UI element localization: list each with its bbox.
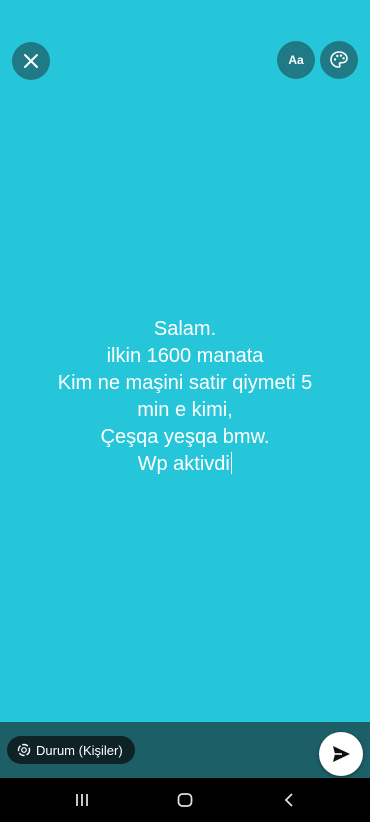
text-cursor bbox=[230, 452, 233, 474]
status-line: Kim ne maşini satir qiymeti 5 bbox=[57, 372, 313, 394]
status-line: min e kimi, bbox=[137, 399, 233, 421]
status-line: Wp aktivdi bbox=[137, 453, 230, 475]
color-palette-button[interactable] bbox=[320, 41, 358, 79]
close-button[interactable] bbox=[12, 42, 50, 80]
status-text-input[interactable]: Salam. ilkin 1600 manata Kim ne maşini s… bbox=[0, 316, 370, 478]
audience-selector-chip[interactable]: Durum (Kişiler) bbox=[7, 736, 135, 764]
status-line: Çeşqa yeşqa bmw. bbox=[100, 426, 270, 448]
close-icon bbox=[24, 54, 38, 68]
compose-footer: Durum (Kişiler) bbox=[0, 722, 370, 778]
system-navigation-bar bbox=[0, 778, 370, 822]
palette-icon bbox=[330, 51, 348, 68]
send-icon bbox=[333, 746, 350, 762]
home-icon bbox=[177, 793, 193, 807]
recents-icon bbox=[76, 794, 88, 806]
audience-label: Durum (Kişiler) bbox=[36, 742, 123, 758]
home-button[interactable] bbox=[173, 790, 197, 810]
back-icon bbox=[284, 793, 293, 807]
recents-button[interactable] bbox=[70, 790, 94, 810]
status-line: ilkin 1600 manata bbox=[106, 345, 264, 367]
font-style-button[interactable]: Aa bbox=[277, 41, 315, 79]
status-ring-icon bbox=[17, 743, 31, 757]
status-text-canvas[interactable]: Aa Salam. ilkin 1600 manata Kim ne maşin… bbox=[0, 0, 370, 722]
status-line: Salam. bbox=[153, 318, 217, 340]
status-line-last: Wp aktivdi bbox=[0, 451, 370, 478]
back-button[interactable] bbox=[277, 790, 301, 810]
font-style-label: Aa bbox=[288, 53, 304, 67]
send-button[interactable] bbox=[319, 732, 363, 776]
